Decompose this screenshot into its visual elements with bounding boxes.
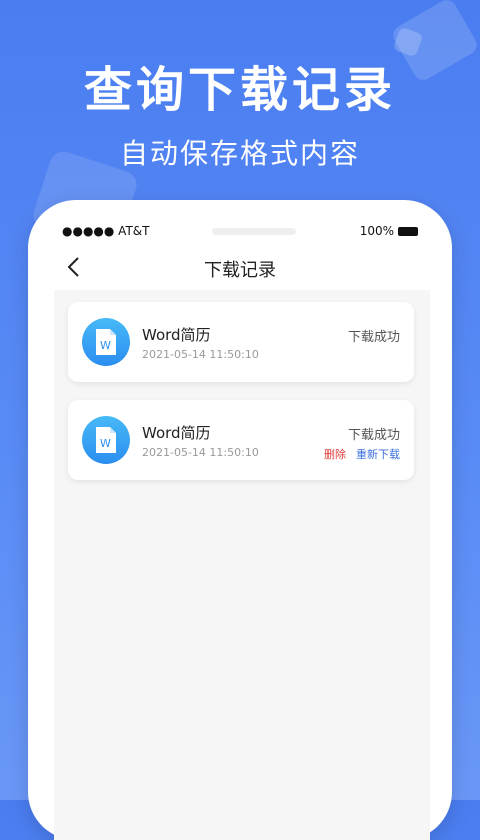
nav-bar: 下载记录 — [54, 250, 426, 284]
promo-headline: 查询下载记录 — [83, 62, 396, 118]
file-date: 2021-05-14 11:50:10 — [142, 446, 259, 459]
phone-mockup: ●●●●● AT&T 100% 下载记录 W Word简历 2021-05-14… — [28, 200, 452, 840]
list-item[interactable]: W Word简历 2021-05-14 11:50:10 下载成功 删除 重新下… — [68, 400, 414, 480]
carrier-label: ●●●●● AT&T — [62, 224, 150, 238]
list-item[interactable]: W Word简历 2021-05-14 11:50:10 下载成功 — [68, 302, 414, 382]
file-name: Word简历 — [142, 326, 211, 344]
delete-button[interactable]: 删除 — [324, 446, 346, 462]
phone-speaker — [212, 228, 296, 235]
promo-subline: 自动保存格式内容 — [119, 137, 360, 170]
word-file-icon: W — [82, 416, 130, 464]
status-label: 下载成功 — [347, 428, 400, 443]
battery-indicator: 100% — [360, 224, 418, 238]
page-title: 下载记录 — [204, 260, 276, 281]
redownload-button[interactable]: 重新下载 — [356, 446, 400, 462]
svg-text:W: W — [100, 437, 111, 450]
svg-text:W: W — [100, 339, 111, 352]
battery-label: 100% — [359, 224, 394, 238]
file-name: Word简历 — [142, 424, 211, 442]
record-list: W Word简历 2021-05-14 11:50:10 下载成功 W Word… — [54, 290, 430, 840]
file-date: 2021-05-14 11:50:10 — [142, 348, 259, 361]
battery-icon — [398, 227, 418, 236]
word-file-icon: W — [82, 318, 130, 366]
status-label: 下载成功 — [347, 330, 400, 345]
